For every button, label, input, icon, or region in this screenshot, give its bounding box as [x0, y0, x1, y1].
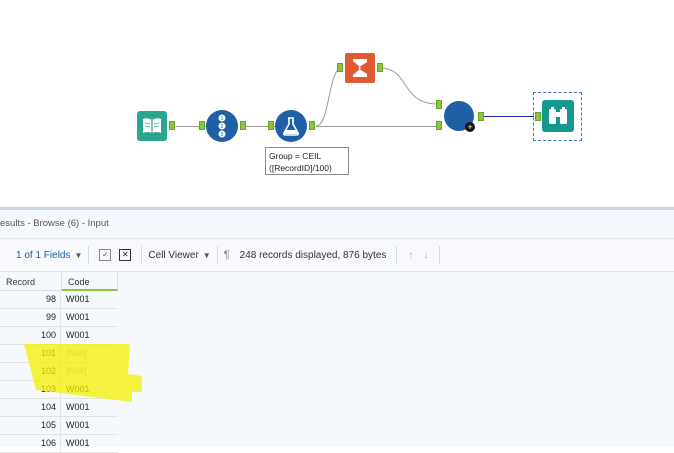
table-row[interactable]: 106 W001 [0, 435, 118, 453]
close-box-icon[interactable]: ✕ [119, 249, 132, 261]
code-cell[interactable]: W001 [62, 417, 118, 435]
record-cell[interactable]: 101 [0, 345, 61, 363]
summarize-tool[interactable] [345, 53, 375, 83]
arrow-down-icon[interactable]: ↓ [423, 250, 428, 261]
code-cell[interactable]: W001 [62, 327, 118, 345]
annotation-line-1: Group = CEIL [269, 151, 322, 161]
record-cell[interactable]: 105 [0, 417, 61, 435]
output-anchor[interactable] [377, 63, 383, 72]
output-anchor[interactable] [309, 121, 315, 130]
code-cell[interactable]: W001 [62, 381, 118, 399]
input-anchor[interactable] [535, 112, 541, 121]
results-title: esults - Browse (6) - Input [0, 218, 109, 229]
table-row[interactable]: 99 W001 [0, 309, 118, 327]
plus-icon: + [465, 122, 475, 132]
record-id-icon: 1 2 3 [218, 114, 226, 138]
checkbox-icon[interactable]: ✓ [99, 249, 112, 261]
table-row[interactable]: 103 W001 [0, 381, 118, 399]
input-data-tool[interactable] [137, 111, 167, 141]
code-cell[interactable]: [Null] [62, 345, 118, 363]
svg-text:3: 3 [221, 132, 224, 138]
chevron-down-icon: ▼ [74, 250, 83, 260]
output-anchor[interactable] [240, 121, 246, 130]
results-window: esults - Browse (6) - Input 1 of 1 Field… [0, 210, 674, 453]
record-cell[interactable]: 100 [0, 327, 61, 345]
records-status: 248 records displayed, 876 bytes [239, 249, 387, 261]
toolbar-separator [141, 246, 143, 264]
record-cell[interactable]: 98 [0, 291, 61, 309]
table-row[interactable]: 100 W001 [0, 327, 118, 345]
record-id-tool[interactable]: 1 2 3 [206, 110, 238, 142]
browse-tool[interactable] [542, 100, 574, 132]
column-header-record[interactable]: Record [0, 273, 62, 291]
record-cell[interactable]: 106 [0, 435, 61, 453]
toolbar-separator [216, 246, 218, 264]
record-cell[interactable]: 104 [0, 399, 61, 417]
input-anchor[interactable] [337, 63, 343, 72]
workflow-canvas[interactable]: 1 2 3 Group = CEIL ([RecordID]/100) + [0, 0, 674, 207]
arrow-up-icon[interactable]: ↑ [408, 250, 413, 261]
table-row[interactable]: 104 W001 [0, 399, 118, 417]
code-cell[interactable]: W001 [62, 435, 118, 453]
fields-dropdown[interactable]: 1 of 1 Fields ▼ [0, 239, 82, 271]
record-cell[interactable]: 102 [0, 363, 61, 381]
table-row[interactable]: 105 W001 [0, 417, 118, 435]
cell-viewer-dropdown[interactable]: Cell Viewer ▼ [148, 239, 210, 271]
column-header-code[interactable]: Code [62, 273, 118, 291]
table-row[interactable]: 98 W001 [0, 291, 118, 309]
record-cell[interactable]: 103 [0, 381, 61, 399]
formula-tool[interactable] [275, 110, 307, 142]
table-row[interactable]: 102 [Null] [0, 363, 118, 381]
binoculars-icon [549, 107, 567, 124]
record-cell[interactable]: 99 [0, 309, 61, 327]
output-anchor[interactable] [478, 112, 484, 121]
code-cell[interactable]: W001 [62, 291, 118, 309]
fields-label: 1 of 1 Fields [16, 249, 71, 261]
code-cell[interactable]: [Null] [62, 363, 118, 381]
svg-text:1: 1 [221, 116, 224, 122]
table-row[interactable]: 101 [Null] [0, 345, 118, 363]
input-anchor-left[interactable] [436, 100, 442, 109]
input-anchor[interactable] [199, 121, 205, 130]
toolbar-separator [88, 246, 90, 264]
input-anchor[interactable] [268, 121, 274, 130]
code-cell[interactable]: W001 [62, 399, 118, 417]
toolbar-separator [439, 246, 441, 264]
results-toolbar: 1 of 1 Fields ▼ ✓ ✕ Cell Viewer ▼ ¶ 248 … [0, 238, 674, 272]
summarize-icon [353, 59, 367, 77]
formula-icon [282, 117, 300, 136]
output-anchor[interactable] [169, 121, 175, 130]
svg-text:2: 2 [221, 124, 224, 130]
connection-curve [315, 67, 439, 127]
pilcrow-icon[interactable]: ¶ [224, 249, 230, 261]
output-wire [484, 116, 534, 117]
input-anchor-right[interactable] [436, 121, 442, 130]
code-cell[interactable]: W001 [62, 309, 118, 327]
toolbar-separator [396, 246, 398, 264]
formula-annotation: Group = CEIL ([RecordID]/100) [265, 147, 349, 175]
cell-viewer-label: Cell Viewer [148, 249, 199, 261]
annotation-line-2: ([RecordID]/100) [269, 163, 332, 173]
book-input-icon [143, 118, 161, 133]
chevron-down-icon: ▼ [202, 250, 211, 260]
